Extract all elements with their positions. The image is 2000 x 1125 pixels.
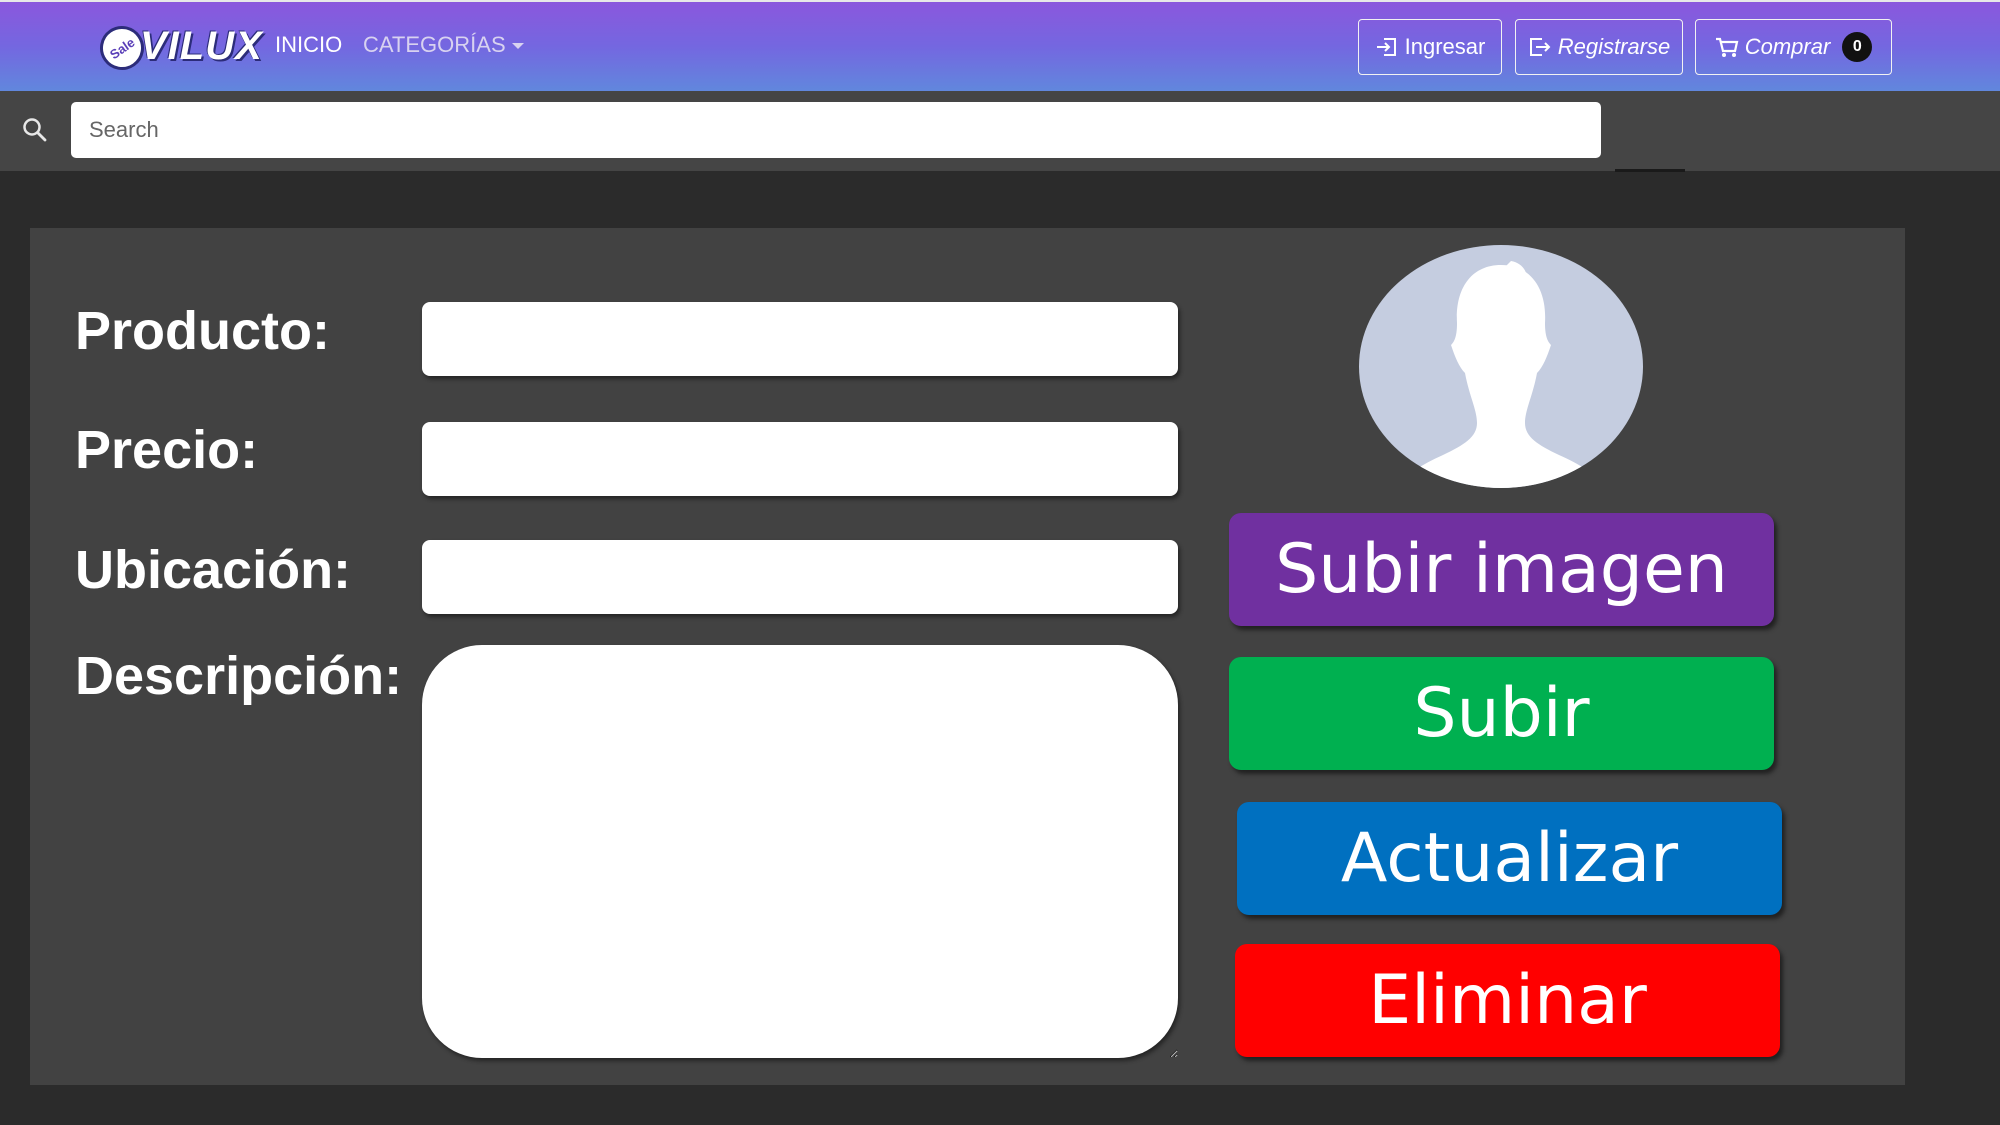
login-button[interactable]: Ingresar (1358, 19, 1502, 75)
location-field[interactable] (422, 540, 1178, 614)
register-button[interactable]: Registrarse (1515, 19, 1683, 75)
nav-link-categorias[interactable]: CATEGORÍAS (363, 32, 524, 58)
brand-logo[interactable]: Sale VILUX (91, 17, 262, 79)
price-field[interactable] (422, 422, 1178, 496)
brand-name: VILUX (140, 24, 263, 68)
price-label: Precio: (75, 420, 259, 480)
navbar: Sale VILUX INICIO CATEGORÍAS Ingresar Re… (0, 0, 2000, 91)
search-input[interactable] (71, 102, 1601, 158)
product-field[interactable] (422, 302, 1178, 376)
divider (1615, 169, 1685, 172)
login-label: Ingresar (1404, 34, 1486, 59)
register-icon (1529, 38, 1551, 56)
search-bar (0, 91, 2000, 172)
search-icon[interactable] (22, 117, 48, 143)
cart-label: Comprar (1744, 34, 1831, 59)
caret-down-icon (511, 43, 524, 50)
cart-button[interactable]: Comprar 0 (1695, 19, 1892, 75)
upload-button[interactable]: Subir (1229, 657, 1774, 770)
login-icon (1376, 38, 1396, 56)
upload-image-button[interactable]: Subir imagen (1229, 513, 1774, 626)
register-label: Registrarse (1557, 34, 1671, 59)
description-label: Descripción: (75, 646, 403, 706)
delete-button[interactable]: Eliminar (1235, 944, 1780, 1057)
nav-link-inicio[interactable]: INICIO (275, 32, 342, 58)
nav-link-categorias-label: CATEGORÍAS (363, 32, 506, 57)
product-label: Producto: (75, 301, 330, 361)
description-field[interactable] (422, 645, 1178, 1058)
location-label: Ubicación: (75, 540, 352, 600)
cart-icon (1715, 37, 1739, 57)
avatar-placeholder-icon (1359, 245, 1643, 488)
cart-count-badge: 0 (1842, 32, 1873, 62)
update-button[interactable]: Actualizar (1237, 802, 1782, 915)
